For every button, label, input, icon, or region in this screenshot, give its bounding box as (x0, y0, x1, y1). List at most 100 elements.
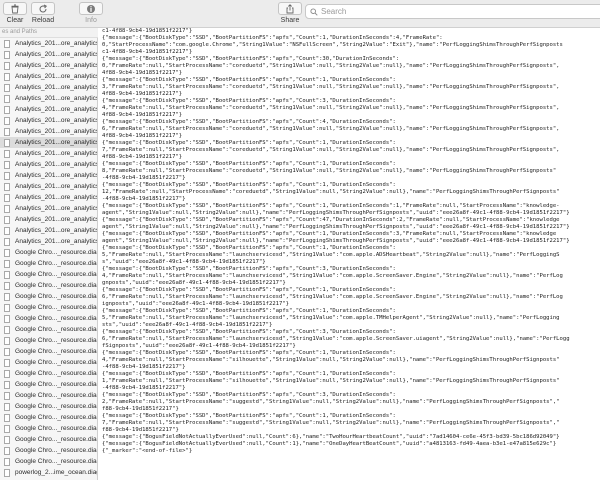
sidebar-item[interactable]: Google Chro..._resource.diag (0, 302, 97, 313)
sidebar-item-label: Google Chro..._resource.diag (15, 271, 97, 278)
log-line: {"message":{"BogusFieldNotActuallyEverUs… (102, 441, 557, 447)
sidebar-item-label: Analytics_201...ore_analytics (15, 106, 97, 113)
log-line: {"message":{"BootDiskType":"SSD","BootPa… (102, 371, 396, 377)
path-bar-label: es and Paths (2, 29, 38, 35)
sidebar-item[interactable]: Google Chro..._resource.diag (0, 390, 97, 401)
sidebar-item[interactable]: Google Chro..._resource.diag (0, 291, 97, 302)
document-icon (4, 292, 10, 301)
sidebar-item[interactable]: Analytics_201...ore_analytics (0, 93, 97, 104)
sidebar-item-label: Google Chro..._resource.diag (15, 414, 97, 421)
document-icon (4, 468, 10, 477)
log-line: sts","uuid":"eee26a8f-49c1-4f88-9cb4-19d… (102, 322, 273, 328)
log-line: agent","String1Value":null,"String2Value… (102, 224, 570, 230)
document-icon (4, 39, 10, 48)
document-icon (4, 347, 10, 356)
log-content[interactable]: c1-4f88-9cb4-19d1851f2217"} {"message":{"… (98, 28, 600, 480)
document-icon (4, 369, 10, 378)
sidebar-item-label: Analytics_201...ore_analytics (15, 139, 97, 146)
search-field[interactable]: Search (305, 4, 600, 19)
document-icon (4, 226, 10, 235)
sidebar-item-label: Google Chro..._resource.diag (15, 326, 97, 333)
document-icon (4, 215, 10, 224)
sidebar-item[interactable]: Analytics_201...ore_analytics (0, 159, 97, 170)
sidebar-item[interactable]: Analytics_201...ore_analytics (0, 49, 97, 60)
sidebar-item[interactable]: Analytics_201...ore_analytics (0, 203, 97, 214)
sidebar-item-label: Analytics_201...ore_analytics (15, 73, 97, 80)
document-icon (4, 149, 10, 158)
sidebar-item[interactable]: Google Chro..._resource.diag (0, 324, 97, 335)
trash-icon (3, 2, 27, 15)
sidebar-item[interactable]: Google Chro..._resource.diag (0, 368, 97, 379)
sidebar-item[interactable]: Analytics_201...ore_analytics (0, 104, 97, 115)
sidebar-item[interactable]: Google Chro..._resource.diag (0, 269, 97, 280)
sidebar-item-label: Google Chro..._resource.diag (15, 315, 97, 322)
info-button[interactable]: Info (79, 2, 103, 24)
reload-button[interactable]: Reload (31, 2, 55, 24)
log-line: 4f88-9cb4-19d1851f2217"} (102, 154, 183, 160)
document-icon (4, 127, 10, 136)
sidebar-item-label: Analytics_201...ore_analytics (15, 183, 97, 190)
clear-button[interactable]: Clear (3, 2, 27, 24)
document-icon (4, 237, 10, 246)
sidebar-item[interactable]: Analytics_201...ore_analytics (0, 214, 97, 225)
sidebar-item[interactable]: Analytics_201...ore_analytics (0, 148, 97, 159)
sidebar-item[interactable]: Google Chro..._resource.diag (0, 357, 97, 368)
log-line: s","uuid":"eee26a8f-49c1-4f88-9cb4-19d18… (102, 259, 266, 265)
log-line: 7,"FrameRate":null,"StartProcessName":"c… (102, 147, 560, 153)
sidebar-item[interactable]: Google Chro..._resource.diag (0, 247, 97, 258)
log-line: {"message":{"BootDiskType":"SSD","BootPa… (102, 77, 396, 83)
log-line: fSignposts","uuid":"eee26a8f-49c1-4f88-9… (102, 343, 296, 349)
sidebar-item[interactable]: Google Chro..._resource.diag (0, 379, 97, 390)
document-icon (4, 446, 10, 455)
sidebar-item[interactable]: Google Chro..._resource.diag (0, 280, 97, 291)
log-line: 4f88-9cb4-19d1851f2217"} (102, 112, 183, 118)
log-line: 3,"FrameRate":null,"StartProcessName":"c… (102, 84, 560, 90)
sidebar-item[interactable]: Google Chro..._resource.diag (0, 456, 97, 467)
sidebar-item-label: Google Chro..._resource.diag (15, 425, 97, 432)
sidebar-item-label: Google Chro..._resource.diag (15, 436, 97, 443)
log-line: {"message":{"BootDiskType":"SSD","BootPa… (102, 56, 400, 62)
log-line: {"message":{"BootDiskType":"SSD","BootPa… (102, 98, 396, 104)
sidebar-item[interactable]: Google Chro..._resource.diag (0, 258, 97, 269)
sidebar-item-label: Google Chro..._resource.diag (15, 282, 97, 289)
sidebar-item[interactable]: Analytics_201...ore_analytics (0, 38, 97, 49)
sidebar-item[interactable]: Google Chro..._resource.diag (0, 335, 97, 346)
log-line: {"message":{"BootDiskType":"SSD","BootPa… (102, 413, 396, 419)
reload-icon (31, 2, 55, 15)
sidebar-item[interactable]: Analytics_201...ore_analytics (0, 192, 97, 203)
sidebar-item[interactable]: Analytics_201...ore_analytics (0, 170, 97, 181)
sidebar-item[interactable]: Google Chro..._resource.diag (0, 445, 97, 456)
sidebar-item[interactable]: Analytics_201...ore_analytics (0, 60, 97, 71)
sidebar-item[interactable]: Google Chro..._resource.diag (0, 401, 97, 412)
sidebar-item[interactable]: Analytics_201...ore_analytics (0, 225, 97, 236)
log-line: 4,"FrameRate":null,"StartProcessName":"s… (102, 357, 560, 363)
sidebar-item[interactable]: powerlog_2...ime_ocean.diag (0, 467, 97, 478)
search-icon (310, 7, 318, 16)
log-line: {"message":{"BootDiskType":"SSD","BootPa… (102, 308, 396, 314)
document-icon (4, 50, 10, 59)
sidebar-item-label: Google Chro..._resource.diag (15, 447, 97, 454)
document-icon (4, 94, 10, 103)
sidebar-item[interactable]: Analytics_201...ore_analytics (0, 181, 97, 192)
sidebar-item[interactable]: Analytics_201...ore_analytics (0, 126, 97, 137)
sidebar-item[interactable]: Analytics_201...ore_analytics (0, 137, 97, 148)
sidebar-item[interactable]: Google Chro..._resource.diag (0, 423, 97, 434)
log-line: {"message":{"BootDiskType":"SSD","BootPa… (102, 350, 396, 356)
document-icon (4, 380, 10, 389)
sidebar-item[interactable]: Analytics_201...ore_analytics (0, 236, 97, 247)
share-button[interactable]: Share (278, 2, 302, 24)
sidebar-item-label: Analytics_201...ore_analytics (15, 194, 97, 201)
sidebar-item[interactable]: Google Chro..._resource.diag (0, 346, 97, 357)
log-line: -4f88-9cb4-19d1851f2217"} (102, 175, 186, 181)
sidebar-item[interactable]: Google Chro..._resource.diag (0, 412, 97, 423)
log-line: {"_marker":"<end-of-file>"} (102, 448, 193, 454)
sidebar-item[interactable]: Google Chro..._resource.diag (0, 434, 97, 445)
sidebar-item[interactable]: Analytics_201...ore_analytics (0, 71, 97, 82)
log-line: 4f88-9cb4-19d1851f2217"} (102, 70, 183, 76)
document-icon (4, 160, 10, 169)
document-icon (4, 402, 10, 411)
sidebar-item[interactable]: Analytics_201...ore_analytics (0, 115, 97, 126)
sidebar-item[interactable]: Analytics_201...ore_analytics (0, 82, 97, 93)
sidebar-item[interactable]: Google Chro..._resource.diag (0, 313, 97, 324)
log-line: 7,"FrameRate":null,"StartProcessName":"s… (102, 420, 560, 426)
